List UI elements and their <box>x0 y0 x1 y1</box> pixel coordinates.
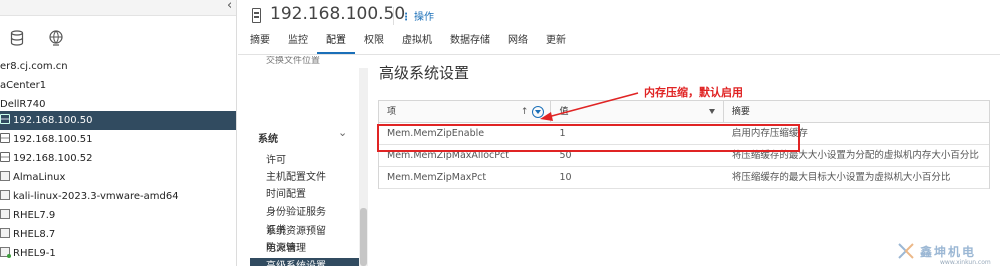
vm-icon <box>0 190 10 200</box>
filter-active-icon[interactable] <box>532 106 545 118</box>
table-row[interactable]: Mem.MemZipMaxPct 10 将压缩缓存的最大目标大小设置为虚拟机大小… <box>379 167 989 189</box>
annotation-text: 内存压缩，默认启用 <box>644 86 743 99</box>
tree-item-label: AlmaLinux <box>13 172 66 183</box>
tab-configure[interactable]: 配置 <box>317 34 355 54</box>
host-icon <box>0 114 10 124</box>
nav-item-resource-reservation[interactable]: 系统资源预留 <box>250 223 360 240</box>
tab-vms[interactable]: 虚拟机 <box>393 34 441 54</box>
object-header: 192.168.100.50 ⋮ 操作 摘要 监控 配置 权限 虚拟机 数据存储 … <box>238 0 1000 56</box>
object-tabs: 摘要 监控 配置 权限 虚拟机 数据存储 网络 更新 <box>250 34 575 54</box>
tree-item-label: 192.168.100.50 <box>13 115 93 126</box>
tab-monitor[interactable]: 监控 <box>279 34 317 54</box>
tree-item-label: RHEL7.9 <box>13 210 56 221</box>
nav-item-time-config[interactable]: 时间配置 <box>250 186 360 203</box>
vm-icon <box>0 209 10 219</box>
actions-label: 操作 <box>414 12 434 23</box>
tree-item-host-selected[interactable]: 192.168.100.50 <box>0 111 236 130</box>
cell-summary: 将压缩缓存的最大目标大小设置为虚拟机大小百分比 <box>731 172 951 183</box>
cell-value: 10 <box>559 172 572 183</box>
column-header-summary[interactable]: 摘要 <box>724 101 989 123</box>
vm-icon <box>0 171 10 181</box>
inventory-panel: ‹ er8.cj.com.cn aCenter1 DellR740 192.16… <box>0 0 237 266</box>
tree-item-datacenter[interactable]: aCenter1 <box>0 76 236 95</box>
column-header-key[interactable]: 项 ↑ <box>379 101 552 123</box>
nav-item-clipped[interactable]: 交换文件位置 <box>266 56 320 66</box>
network-icon[interactable] <box>48 30 64 46</box>
tab-networks[interactable]: 网络 <box>499 34 537 54</box>
cell-key: Mem.MemZipMaxPct <box>387 172 487 183</box>
nav-item-advanced-settings[interactable]: 高级系统设置 <box>250 258 360 266</box>
chevron-down-icon[interactable]: ⌄ <box>338 126 347 139</box>
collapse-panel-icon[interactable]: ‹ <box>227 0 232 13</box>
watermark-text: 鑫坤机电 <box>920 244 977 259</box>
host-icon <box>0 133 10 143</box>
tree-item-vm[interactable]: RHEL8.7 <box>0 225 236 244</box>
tree-item-vm[interactable]: RHEL7.9 <box>0 206 236 225</box>
nav-item-firewall[interactable]: 防火墙 <box>250 240 360 257</box>
host-icon <box>252 8 261 23</box>
more-vertical-icon: ⋮ <box>401 12 411 23</box>
inventory-toolbar <box>0 0 236 16</box>
tab-datastores[interactable]: 数据存储 <box>441 34 499 54</box>
tree-item-vm[interactable]: AlmaLinux <box>0 168 236 187</box>
tree-item-label: er8.cj.com.cn <box>0 61 68 72</box>
column-header-label: 摘要 <box>731 107 750 117</box>
tree-item-label: DellR740 <box>0 99 46 110</box>
nav-item-licensing[interactable]: 许可 <box>250 152 360 169</box>
grid-header: 项 ↑ 值 摘要 <box>379 101 989 123</box>
tree-item-label: aCenter1 <box>0 80 47 91</box>
tree-item-host[interactable]: 192.168.100.51 <box>0 130 236 149</box>
tab-updates[interactable]: 更新 <box>537 34 575 54</box>
nav-scrollbar[interactable] <box>359 68 368 266</box>
sort-ascending-icon[interactable]: ↑ <box>521 101 529 123</box>
tree-item-vcenter[interactable]: er8.cj.com.cn <box>0 57 236 76</box>
host-icon <box>0 152 10 162</box>
header-divider-line <box>238 54 1000 55</box>
nav-item-host-profile[interactable]: 主机配置文件 <box>250 169 360 186</box>
vm-powered-on-icon <box>0 247 11 258</box>
storage-icon[interactable] <box>10 30 24 46</box>
page-title: 192.168.100.50 <box>270 4 406 24</box>
nav-item-auth-services[interactable]: 身份验证服务 <box>250 204 360 221</box>
tree-item-vm[interactable]: RHEL9-1 <box>0 244 236 263</box>
nav-section-system[interactable]: 系统 <box>258 130 278 145</box>
tab-summary[interactable]: 摘要 <box>250 34 279 54</box>
column-header-label: 值 <box>559 107 569 117</box>
filter-icon[interactable] <box>708 109 715 114</box>
column-header-value[interactable]: 值 <box>551 101 724 123</box>
highlight-box <box>377 124 800 152</box>
watermark-logo <box>898 243 914 259</box>
nav-scrollbar-thumb[interactable] <box>360 208 367 266</box>
tree-item-label: RHEL8.7 <box>13 229 56 240</box>
tree-item-vm[interactable]: kali-linux-2023.3-vmware-amd64 <box>0 187 236 206</box>
section-title: 高级系统设置 <box>379 64 470 82</box>
tree-item-label: kali-linux-2023.3-vmware-amd64 <box>13 191 179 202</box>
header-divider <box>393 7 394 25</box>
column-header-label: 项 <box>387 107 397 117</box>
vm-icon <box>0 228 10 238</box>
watermark-url: www.xinkun.com <box>940 259 991 266</box>
tree-item-label: 192.168.100.52 <box>13 153 93 164</box>
tree-item-label: 192.168.100.51 <box>13 134 93 145</box>
tree-item-label: RHEL9-1 <box>13 248 56 259</box>
tab-permissions[interactable]: 权限 <box>355 34 393 54</box>
inventory-view-icons <box>10 30 64 46</box>
tree-item-host[interactable]: 192.168.100.52 <box>0 149 236 168</box>
watermark: 鑫坤机电 <box>897 242 976 260</box>
actions-menu[interactable]: ⋮ 操作 <box>401 8 434 23</box>
